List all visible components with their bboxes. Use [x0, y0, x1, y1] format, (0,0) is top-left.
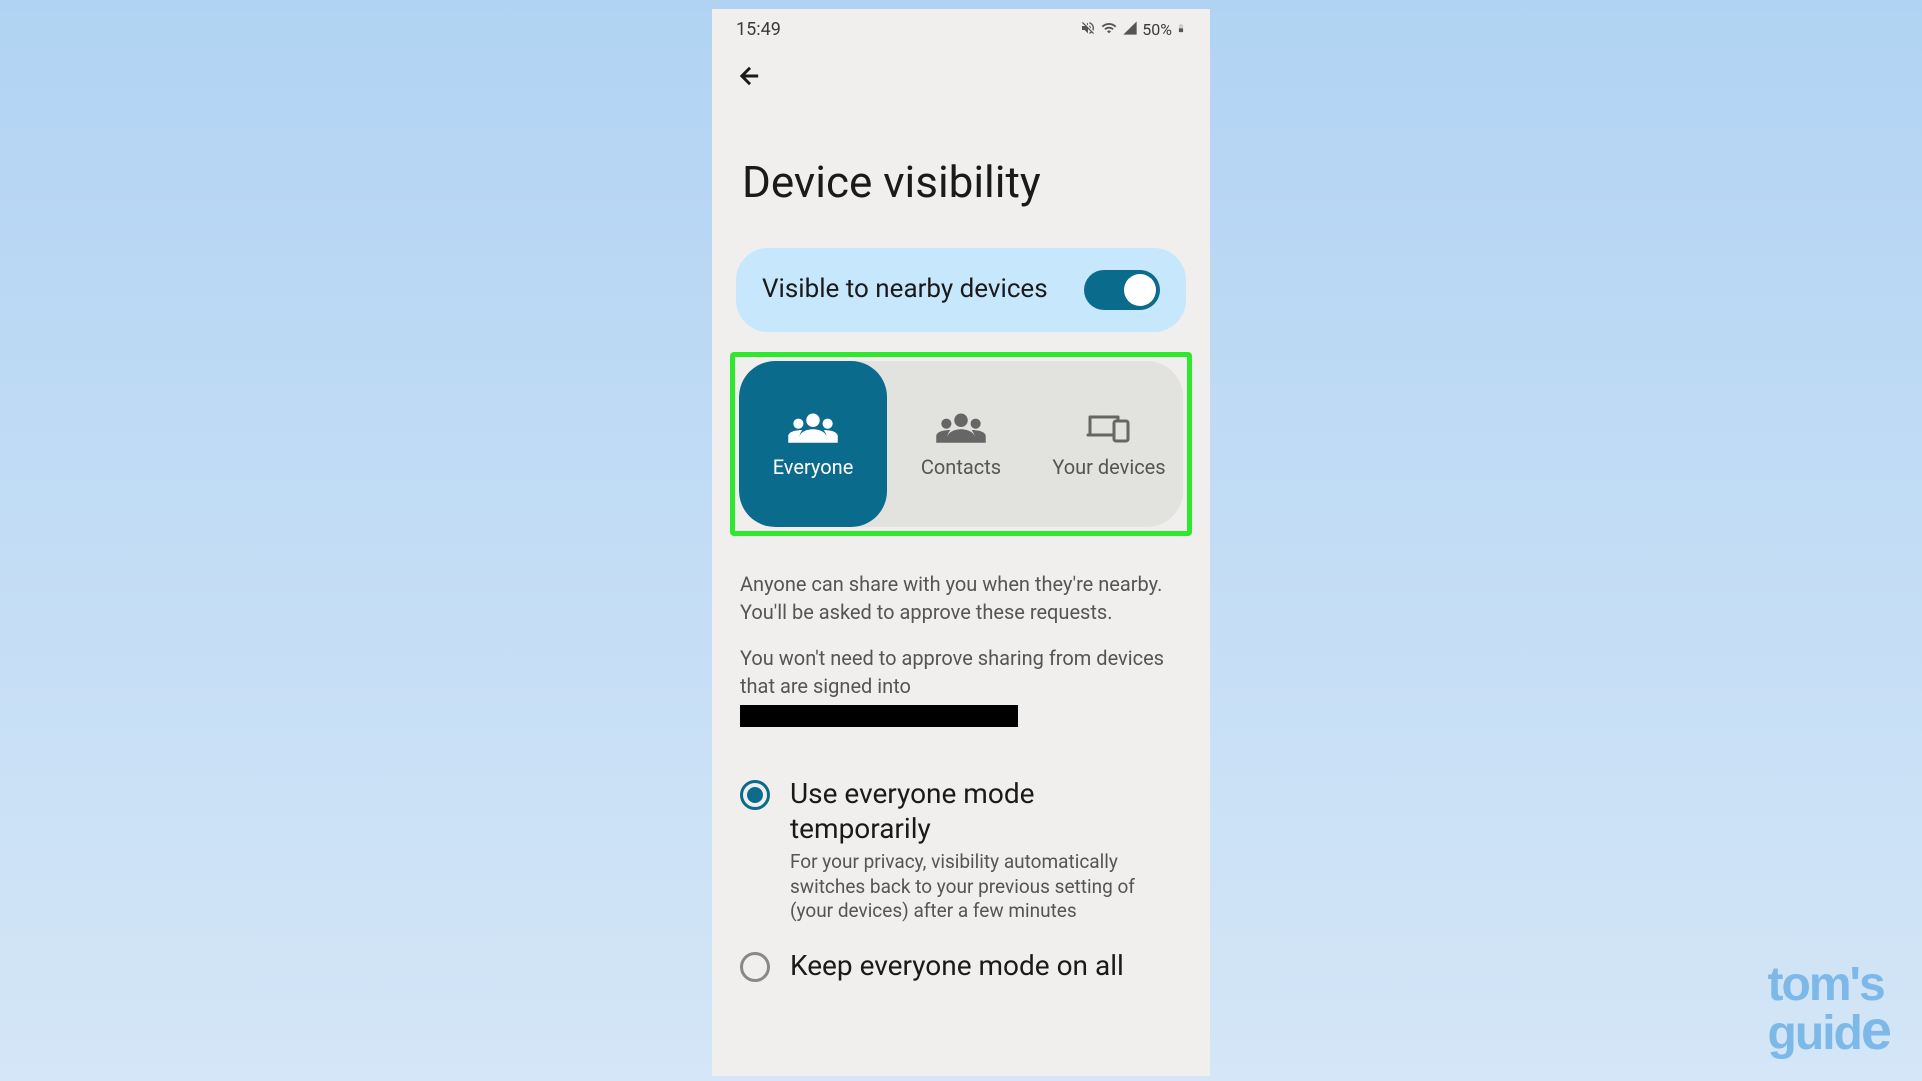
segment-label: Your devices [1052, 455, 1165, 479]
radio-description: For your privacy, visibility automatical… [790, 850, 1182, 924]
status-bar: 15:49 50% [712, 9, 1210, 50]
devices-icon [1082, 409, 1136, 445]
radio-button-unselected [740, 952, 770, 982]
mute-icon [1080, 20, 1096, 40]
groups-icon [786, 409, 840, 445]
segment-label: Everyone [773, 455, 854, 479]
description-para2: You won't need to approve sharing from d… [740, 644, 1182, 728]
battery-text: 50% [1142, 20, 1172, 39]
page-title: Device visibility [712, 106, 1210, 248]
signal-icon [1122, 20, 1138, 40]
segment-label: Contacts [921, 455, 1001, 479]
segment-your-devices[interactable]: Your devices [1035, 361, 1183, 527]
visibility-toggle-card[interactable]: Visible to nearby devices [736, 248, 1186, 332]
radio-options: Use everyone mode temporarily For your p… [712, 746, 1210, 987]
segment-contacts[interactable]: Contacts [887, 361, 1035, 527]
radio-content: Keep everyone mode on all [790, 948, 1182, 987]
radio-content: Use everyone mode temporarily For your p… [790, 776, 1182, 924]
groups-icon [934, 409, 988, 445]
wifi-icon [1100, 20, 1118, 40]
status-time: 15:49 [736, 19, 781, 40]
watermark-line2: guide [1768, 1006, 1890, 1055]
toggle-switch[interactable] [1084, 270, 1160, 310]
status-icons: 50% [1080, 20, 1186, 40]
toggle-label: Visible to nearby devices [762, 273, 1048, 307]
radio-title: Use everyone mode temporarily [790, 776, 1182, 846]
radio-button-selected [740, 780, 770, 810]
watermark-logo: tom's guide [1768, 965, 1890, 1055]
highlight-annotation: Everyone Contacts [730, 352, 1192, 536]
redacted-text [740, 705, 1018, 727]
segment-everyone[interactable]: Everyone [739, 361, 887, 527]
battery-icon [1176, 20, 1186, 40]
radio-option-temporary[interactable]: Use everyone mode temporarily For your p… [740, 776, 1182, 924]
arrow-left-icon [736, 62, 764, 90]
radio-option-keep-on[interactable]: Keep everyone mode on all [740, 948, 1182, 987]
radio-title: Keep everyone mode on all [790, 948, 1182, 983]
toggle-thumb [1124, 274, 1156, 306]
description-text: Anyone can share with you when they're n… [712, 536, 1210, 728]
back-button[interactable] [712, 50, 1210, 106]
visibility-segment-control: Everyone Contacts [739, 361, 1183, 527]
description-para1: Anyone can share with you when they're n… [740, 570, 1182, 626]
phone-screenshot: 15:49 50% Device visibility Visible to n… [712, 9, 1210, 1076]
